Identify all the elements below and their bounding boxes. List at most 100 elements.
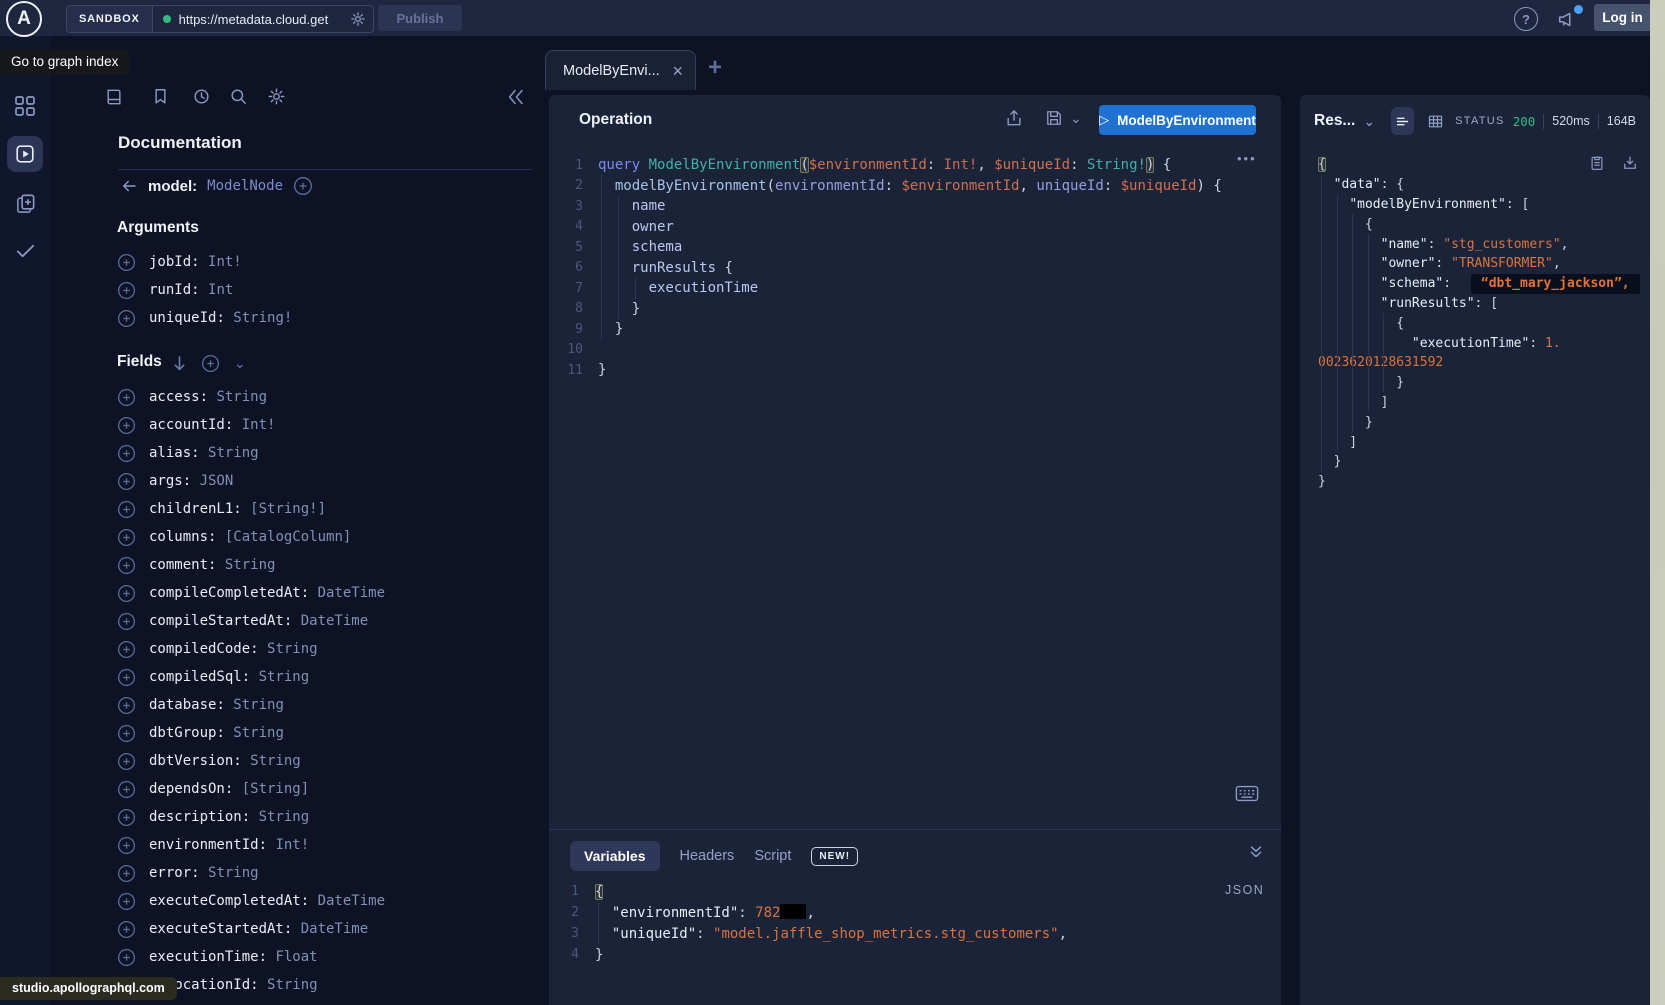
field-name[interactable]: dbtVersion: [149, 753, 233, 769]
field-name[interactable]: database: [149, 697, 216, 713]
tab-script[interactable]: Script: [754, 848, 791, 864]
add-to-query-button[interactable]: [117, 640, 136, 659]
field-name[interactable]: compiledSql: [149, 669, 242, 685]
field-name[interactable]: executionTime: [149, 949, 259, 965]
graph-index-icon[interactable]: [13, 94, 37, 118]
close-tab-icon[interactable]: ×: [672, 62, 683, 80]
add-to-query-button[interactable]: [117, 472, 136, 491]
field-name[interactable]: columns: [149, 529, 208, 545]
add-to-query-button[interactable]: [117, 864, 136, 883]
field-type[interactable]: Int!: [275, 837, 309, 853]
variables-editor[interactable]: 1{2 "environmentId": 782,3 "uniqueId": "…: [549, 881, 1221, 965]
add-to-query-button[interactable]: [117, 309, 136, 328]
field-type[interactable]: String: [216, 389, 267, 405]
settings-gear-icon[interactable]: [267, 87, 286, 106]
publish-button[interactable]: Publish: [378, 5, 462, 31]
save-operation-icon[interactable]: [1044, 108, 1064, 128]
add-to-query-button[interactable]: [117, 253, 136, 272]
field-type[interactable]: String: [225, 557, 276, 573]
add-type-button[interactable]: [293, 176, 313, 196]
raw-view-toggle[interactable]: [1391, 107, 1414, 135]
login-button[interactable]: Log in: [1594, 4, 1651, 31]
add-to-query-button[interactable]: [117, 892, 136, 911]
field-name[interactable]: description: [149, 809, 242, 825]
field-type[interactable]: [String]: [242, 781, 309, 797]
field-name[interactable]: compiledCode: [149, 641, 250, 657]
explorer-nav-button[interactable]: [7, 136, 43, 172]
field-type[interactable]: Int!: [208, 254, 242, 270]
save-menu-chevron-icon[interactable]: ⌄: [1070, 110, 1082, 127]
field-name[interactable]: childrenL1: [149, 501, 233, 517]
add-to-query-button[interactable]: [117, 808, 136, 827]
field-type[interactable]: Int!: [242, 417, 276, 433]
apollo-logo-icon[interactable]: A: [6, 1, 42, 37]
field-name[interactable]: args: [149, 473, 183, 489]
field-type[interactable]: DateTime: [318, 893, 385, 909]
fields-chevron-down-icon[interactable]: ⌄: [234, 355, 246, 372]
field-type[interactable]: String: [267, 641, 318, 657]
field-type[interactable]: Float: [275, 949, 317, 965]
field-type[interactable]: String: [208, 865, 259, 881]
field-type[interactable]: DateTime: [301, 921, 368, 937]
add-to-query-button[interactable]: [117, 416, 136, 435]
add-to-query-button[interactable]: [117, 948, 136, 967]
back-arrow-icon[interactable]: [120, 177, 138, 195]
schema-nav-icon[interactable]: [14, 192, 37, 215]
add-to-query-button[interactable]: [117, 696, 136, 715]
search-icon[interactable]: [229, 87, 248, 106]
connection-settings-gear-icon[interactable]: [350, 11, 366, 27]
field-type[interactable]: DateTime: [301, 613, 368, 629]
breadcrumb-type[interactable]: ModelNode: [207, 178, 283, 194]
checks-nav-icon[interactable]: [14, 239, 37, 262]
share-operation-icon[interactable]: [1004, 108, 1024, 128]
field-name[interactable]: jobId: [149, 254, 191, 270]
field-name[interactable]: dependsOn: [149, 781, 225, 797]
field-name[interactable]: compileStartedAt: [149, 613, 284, 629]
keyboard-shortcuts-icon[interactable]: [1235, 785, 1259, 802]
field-name[interactable]: executeStartedAt: [149, 921, 284, 937]
field-type[interactable]: String: [259, 809, 310, 825]
history-icon[interactable]: [192, 87, 211, 106]
run-operation-button[interactable]: ▷ ModelByEnvironment: [1099, 105, 1256, 135]
field-name[interactable]: access: [149, 389, 200, 405]
field-name[interactable]: runId: [149, 282, 191, 298]
announcements-icon[interactable]: [1556, 8, 1580, 30]
add-to-query-button[interactable]: [117, 281, 136, 300]
docs-book-icon[interactable]: [104, 87, 124, 107]
add-to-query-button[interactable]: [117, 724, 136, 743]
field-type[interactable]: String: [259, 669, 310, 685]
operation-tab[interactable]: ModelByEnvi... ×: [545, 50, 696, 90]
response-menu-chevron-icon[interactable]: ⌄: [1363, 113, 1375, 130]
field-type[interactable]: JSON: [200, 473, 234, 489]
field-name[interactable]: executeCompletedAt: [149, 893, 301, 909]
add-to-query-button[interactable]: [117, 668, 136, 687]
collapse-sidebar-button[interactable]: [505, 86, 527, 108]
collapse-variables-icon[interactable]: [1247, 843, 1265, 861]
add-to-query-button[interactable]: [117, 444, 136, 463]
field-type[interactable]: [CatalogColumn]: [225, 529, 351, 545]
add-to-query-button[interactable]: [117, 752, 136, 771]
field-name[interactable]: accountId: [149, 417, 225, 433]
tab-headers[interactable]: Headers: [680, 848, 735, 864]
add-to-query-button[interactable]: [117, 556, 136, 575]
help-icon[interactable]: ?: [1514, 7, 1538, 31]
field-type[interactable]: DateTime: [318, 585, 385, 601]
field-type[interactable]: String: [208, 445, 259, 461]
sort-fields-icon[interactable]: [172, 355, 187, 372]
field-type[interactable]: [String!]: [250, 501, 326, 517]
field-name[interactable]: uniqueId: [149, 310, 216, 326]
field-type[interactable]: String: [250, 753, 301, 769]
tab-variables[interactable]: Variables: [570, 841, 660, 871]
field-type[interactable]: Int: [208, 282, 233, 298]
field-type[interactable]: String: [267, 977, 318, 993]
response-json-viewer[interactable]: { "data": { "modelByEnvironment": [ { "n…: [1318, 155, 1644, 492]
add-to-query-button[interactable]: [117, 612, 136, 631]
field-type[interactable]: String!: [233, 310, 292, 326]
add-to-query-button[interactable]: [117, 584, 136, 603]
field-name[interactable]: alias: [149, 445, 191, 461]
add-all-fields-button[interactable]: [201, 354, 220, 373]
field-name[interactable]: compileCompletedAt: [149, 585, 301, 601]
field-name[interactable]: environmentId: [149, 837, 259, 853]
field-name[interactable]: dbtGroup: [149, 725, 216, 741]
add-to-query-button[interactable]: [117, 920, 136, 939]
